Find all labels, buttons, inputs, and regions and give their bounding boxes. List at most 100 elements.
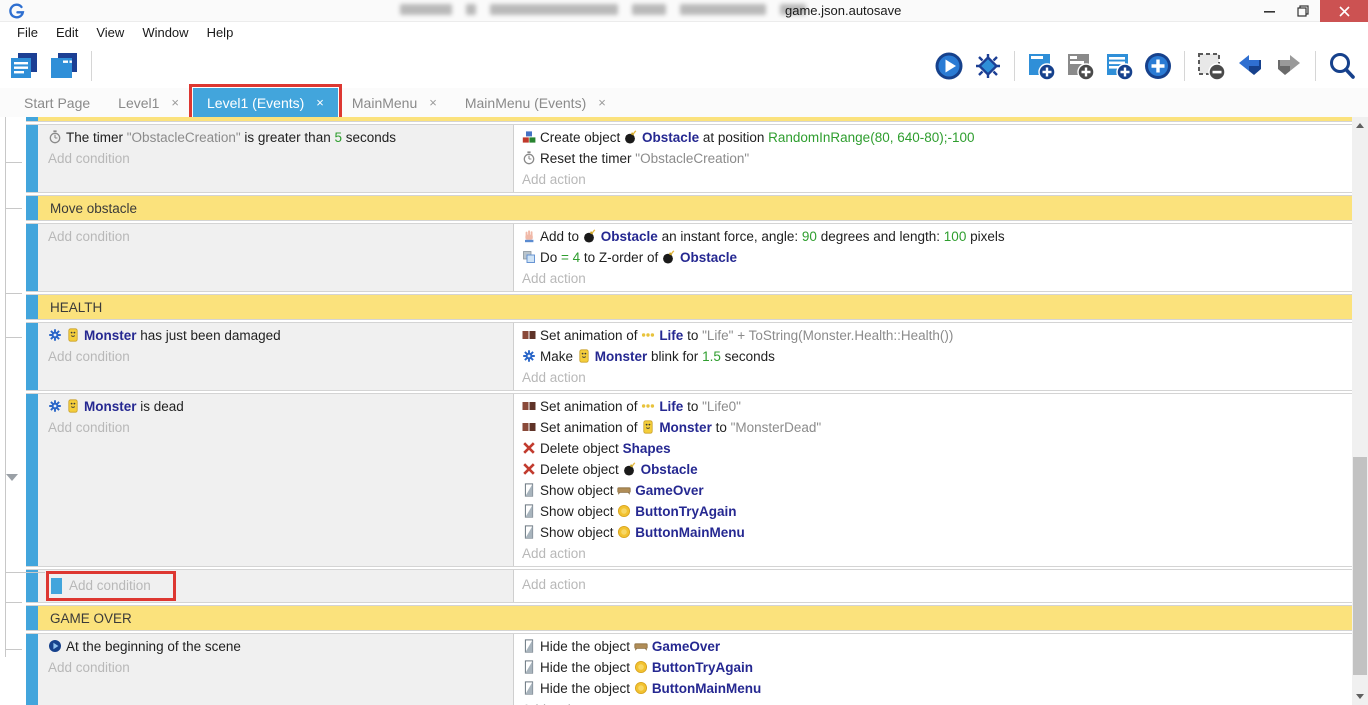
vertical-scrollbar[interactable]	[1352, 117, 1368, 705]
monster-icon	[641, 420, 655, 434]
button-icon	[634, 660, 648, 674]
comment-text[interactable]: GAME OVER	[38, 606, 1352, 630]
event-selection-bar[interactable]	[26, 570, 38, 602]
action-line[interactable]: Set animation of Life to "Life" + ToStri…	[522, 325, 1346, 346]
add-event-icon[interactable]	[1025, 50, 1057, 82]
add-plus-circle-icon[interactable]	[1142, 50, 1174, 82]
events-sheet-icon[interactable]	[8, 50, 40, 82]
visibility-icon	[522, 483, 536, 497]
tab-close-icon[interactable]: ×	[598, 95, 606, 110]
condition-line[interactable]: Monster is dead	[48, 396, 507, 417]
menu-edit[interactable]: Edit	[47, 22, 87, 44]
scroll-down-icon[interactable]	[1356, 694, 1364, 699]
action-line[interactable]: Set animation of Life to "Life0"	[522, 396, 1346, 417]
add-condition[interactable]: Add condition	[48, 148, 507, 169]
add-condition[interactable]: Add condition	[48, 346, 507, 367]
tab-bar: Start Page Level1× Level1 (Events)× Main…	[0, 88, 1368, 117]
action-line[interactable]: Do = 4 to Z-order of Obstacle	[522, 247, 1346, 268]
action-line[interactable]: Show object GameOver	[522, 480, 1346, 501]
tab-start-page[interactable]: Start Page	[10, 88, 104, 117]
menu-file[interactable]: File	[8, 22, 47, 44]
debug-bug-icon[interactable]	[972, 50, 1004, 82]
play-preview-icon[interactable]	[933, 50, 965, 82]
tab-level1[interactable]: Level1×	[104, 88, 193, 117]
visibility-icon	[522, 639, 536, 653]
action-line[interactable]: Hide the object ButtonTryAgain	[522, 657, 1346, 678]
tab-mainmenu[interactable]: MainMenu×	[338, 88, 451, 117]
scrollbar-thumb[interactable]	[1353, 457, 1367, 675]
add-action[interactable]: Add action	[522, 268, 1346, 289]
comment-row: Move obstacle	[26, 195, 1352, 221]
action-line[interactable]: Hide the object GameOver	[522, 636, 1346, 657]
action-line[interactable]: Delete object Obstacle	[522, 459, 1346, 480]
add-action[interactable]: Add action	[522, 543, 1346, 564]
event-selection-bar[interactable]	[26, 117, 38, 121]
menu-window[interactable]: Window	[133, 22, 197, 44]
action-line[interactable]: Show object ButtonTryAgain	[522, 501, 1346, 522]
event-selection-bar[interactable]	[26, 323, 38, 390]
monster-icon	[66, 328, 80, 342]
toolbar-separator	[1184, 51, 1185, 81]
comment-text	[38, 117, 1352, 121]
animation-icon	[522, 420, 536, 434]
add-action[interactable]: Add action	[522, 367, 1346, 388]
action-line[interactable]: Show object ButtonMainMenu	[522, 522, 1346, 543]
event-selection-bar[interactable]	[26, 606, 38, 630]
add-condition[interactable]: Add condition	[48, 417, 507, 438]
bomb-icon	[662, 250, 676, 264]
window-title: game.json.autosave	[785, 3, 901, 18]
tree-connector	[5, 602, 22, 603]
comment-text[interactable]: HEALTH	[38, 295, 1352, 319]
action-line[interactable]: Set animation of Monster to "MonsterDead…	[522, 417, 1346, 438]
add-action[interactable]: Add action	[522, 169, 1346, 190]
event-selection-bar[interactable]	[26, 634, 38, 705]
tab-close-icon[interactable]: ×	[316, 95, 324, 110]
add-subevent-icon[interactable]	[1064, 50, 1096, 82]
menu-bar: File Edit View Window Help	[0, 22, 1368, 44]
undo-icon[interactable]	[1234, 50, 1266, 82]
actions-column: Add action	[514, 570, 1352, 602]
event-selection-bar[interactable]	[26, 295, 38, 319]
event-selection-bar[interactable]	[26, 224, 38, 291]
visibility-icon	[522, 681, 536, 695]
event-selection-bar[interactable]	[26, 394, 38, 566]
tab-level1-events[interactable]: Level1 (Events)×	[193, 88, 338, 117]
add-comment-icon[interactable]	[1103, 50, 1135, 82]
add-condition[interactable]: Add condition	[48, 657, 507, 678]
redo-icon[interactable]	[1273, 50, 1305, 82]
add-condition[interactable]: Add condition	[42, 571, 507, 601]
condition-line[interactable]: The timer "ObstacleCreation" is greater …	[48, 127, 507, 148]
tab-close-icon[interactable]: ×	[171, 95, 179, 110]
add-action[interactable]: Add action	[522, 699, 1346, 705]
comment-text[interactable]: Move obstacle	[38, 196, 1352, 220]
event-marker	[51, 578, 62, 594]
action-line[interactable]: Make Monster blink for 1.5 seconds	[522, 346, 1346, 367]
add-action[interactable]: Add action	[522, 574, 1346, 595]
scene-window-icon[interactable]	[48, 50, 80, 82]
menu-view[interactable]: View	[87, 22, 133, 44]
action-line[interactable]: Add to Obstacle an instant force, angle:…	[522, 226, 1346, 247]
actions-column: Set animation of Life to "Life0"Set anim…	[514, 394, 1352, 566]
action-line[interactable]: Reset the timer "ObstacleCreation"	[522, 148, 1346, 169]
tab-mainmenu-events[interactable]: MainMenu (Events)×	[451, 88, 620, 117]
search-icon[interactable]	[1326, 50, 1358, 82]
add-condition[interactable]: Add condition	[48, 226, 507, 247]
minimize-button[interactable]	[1252, 0, 1286, 22]
event-selection-bar[interactable]	[26, 125, 38, 192]
tab-close-icon[interactable]: ×	[429, 95, 437, 110]
action-line[interactable]: Hide the object ButtonMainMenu	[522, 678, 1346, 699]
tree-collapse-arrow-icon[interactable]	[6, 474, 18, 481]
condition-line[interactable]: Monster has just been damaged	[48, 325, 507, 346]
condition-line[interactable]: At the beginning of the scene	[48, 636, 507, 657]
z-order-icon	[522, 250, 536, 264]
event-selection-bar[interactable]	[26, 196, 38, 220]
life-icon	[641, 328, 655, 342]
restore-button[interactable]	[1286, 0, 1320, 22]
action-line[interactable]: Delete object Shapes	[522, 438, 1346, 459]
action-line[interactable]: Create object Obstacle at position Rando…	[522, 127, 1346, 148]
close-button[interactable]	[1320, 0, 1368, 22]
delete-event-icon[interactable]	[1195, 50, 1227, 82]
gear-icon	[522, 349, 536, 363]
menu-help[interactable]: Help	[198, 22, 243, 44]
scroll-up-icon[interactable]	[1356, 123, 1364, 128]
